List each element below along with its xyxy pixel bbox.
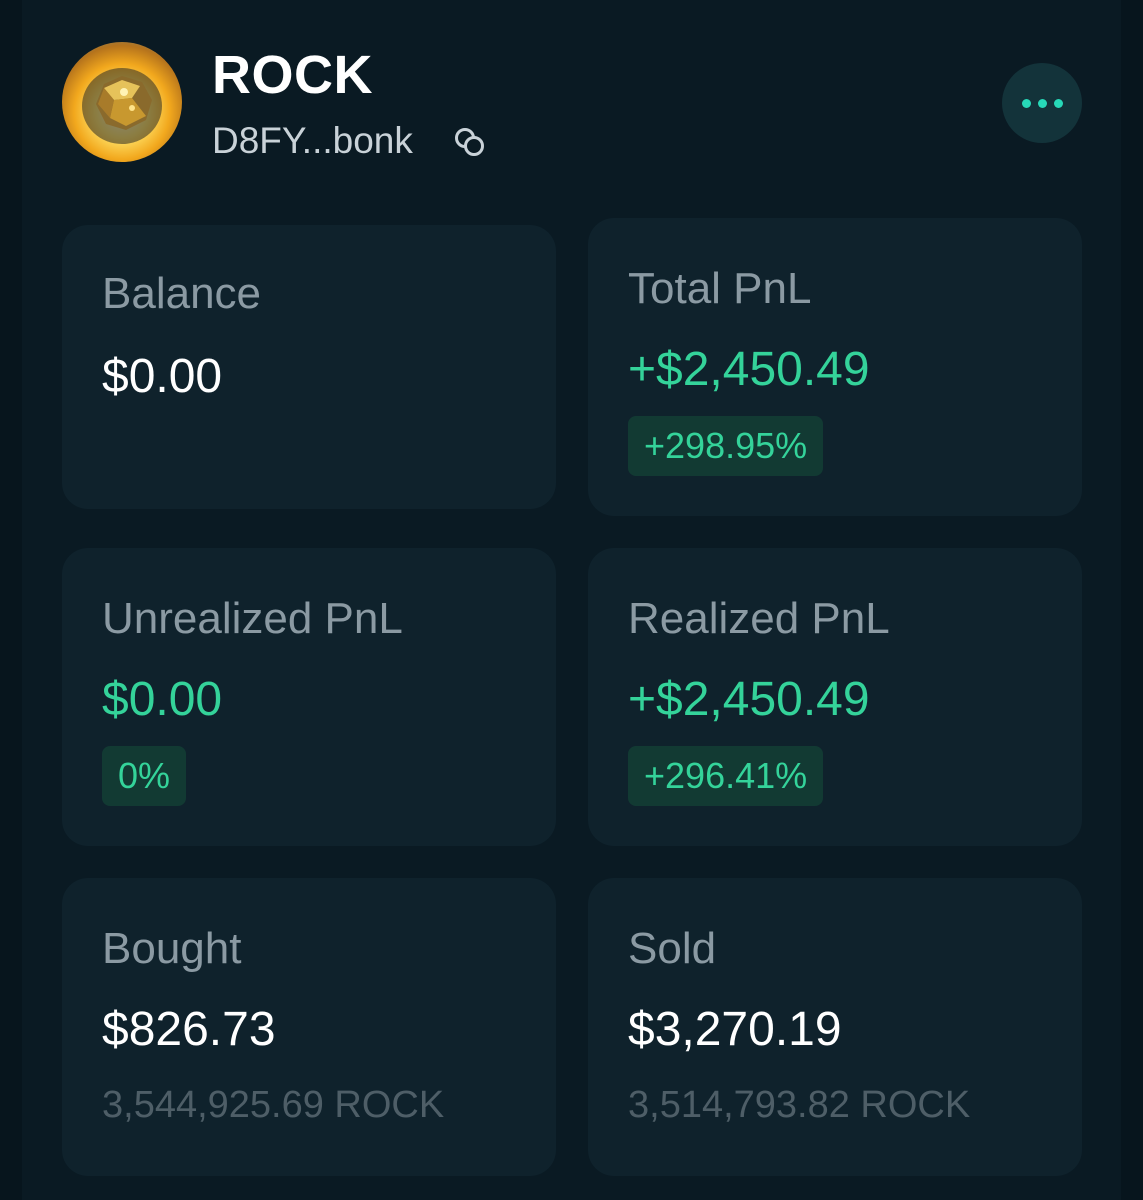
total-pnl-card: Total PnL +$2,450.49 +298.95% [588,218,1082,516]
more-options-button[interactable] [1002,63,1082,143]
sold-token-amount: 3,514,793.82 ROCK [628,1084,971,1126]
sold-label: Sold [628,924,717,973]
bought-label: Bought [102,924,242,973]
token-address: D8FY...bonk [212,120,413,161]
realized-pnl-value: +$2,450.49 [628,673,870,726]
total-pnl-percent-badge: +298.95% [628,416,824,476]
bought-value: $826.73 [102,1003,276,1056]
more-icon-dot [1037,98,1047,108]
copy-icon[interactable] [452,124,488,160]
rock-icon [82,68,162,144]
more-icon-dot [1053,98,1063,108]
more-icon-dot [1021,98,1031,108]
token-avatar [62,42,182,162]
unrealized-pnl-percent-badge: 0% [102,746,187,806]
unrealized-pnl-card: Unrealized PnL $0.00 0% [62,548,556,846]
bought-card: Bought $826.73 3,544,925.69 ROCK [62,878,556,1176]
balance-value: $0.00 [102,350,223,403]
realized-pnl-card: Realized PnL +$2,450.49 +296.41% [588,548,1082,846]
total-pnl-label: Total PnL [628,264,812,313]
total-pnl-value: +$2,450.49 [628,343,870,396]
sold-value: $3,270.19 [628,1003,842,1056]
balance-card: Balance $0.00 [62,225,556,509]
realized-pnl-percent-badge: +296.41% [628,746,824,806]
realized-pnl-label: Realized PnL [628,594,890,643]
balance-label: Balance [102,269,262,318]
unrealized-pnl-label: Unrealized PnL [102,594,403,643]
unrealized-pnl-value: $0.00 [102,673,223,726]
sold-card: Sold $3,270.19 3,514,793.82 ROCK [588,878,1082,1176]
token-name: ROCK [212,45,373,105]
bought-token-amount: 3,544,925.69 ROCK [102,1084,445,1126]
